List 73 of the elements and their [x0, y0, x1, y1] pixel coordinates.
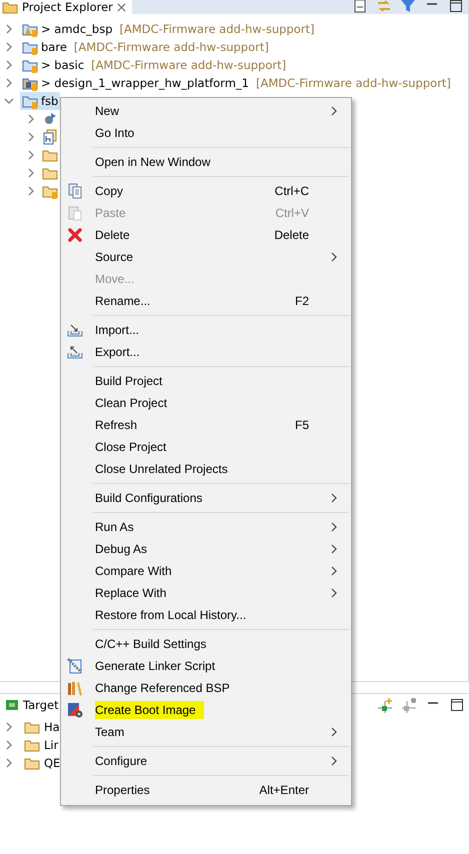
- menu-item[interactable]: Delete Delete: [61, 224, 351, 246]
- tree-item[interactable]: bare [AMDC-Firmware add-hw-support]: [20, 38, 271, 56]
- menu-item[interactable]: Import...: [61, 319, 351, 341]
- tree-item[interactable]: > basic [AMDC-Firmware add-hw-support]: [20, 56, 288, 74]
- tree-item[interactable]: Ha: [44, 720, 60, 734]
- collapsed-chevron-icon[interactable]: [26, 114, 36, 124]
- collapse-icon[interactable]: [352, 0, 368, 14]
- collapsed-chevron-icon[interactable]: [26, 150, 36, 160]
- collapsed-chevron-icon[interactable]: [4, 740, 14, 750]
- menu-item[interactable]: Generate Linker Script: [61, 655, 351, 677]
- menu-item[interactable]: Restore from Local History...: [61, 604, 351, 626]
- menu-item[interactable]: Refresh F5: [61, 414, 351, 436]
- menu-item[interactable]: Close Project: [61, 436, 351, 458]
- expanded-chevron-icon[interactable]: [4, 96, 14, 106]
- add-connection-icon[interactable]: [377, 697, 393, 713]
- menu-item[interactable]: Close Unrelated Projects: [61, 458, 351, 480]
- header-files-icon: [42, 129, 58, 145]
- menu-item[interactable]: Copy Ctrl+C: [61, 180, 351, 202]
- menu-item[interactable]: Clean Project: [61, 392, 351, 414]
- board-icon: [4, 697, 20, 713]
- tree-item[interactable]: Lir: [44, 738, 58, 752]
- delete-icon: [67, 227, 83, 243]
- view-tab[interactable]: Project Explorer: [0, 0, 132, 14]
- link-arrows-icon[interactable]: [376, 0, 392, 14]
- menu-item[interactable]: Source: [61, 246, 351, 268]
- menu-item[interactable]: Build Configurations: [61, 487, 351, 509]
- menu-item[interactable]: Change Referenced BSP: [61, 677, 351, 699]
- tree-item[interactable]: QE: [44, 756, 60, 770]
- filter-icon[interactable]: [400, 0, 416, 14]
- menu-item[interactable]: Open in New Window: [61, 151, 351, 173]
- menu-item[interactable]: Go Into: [61, 122, 351, 144]
- collapsed-chevron-icon[interactable]: [4, 78, 14, 88]
- git-decoration: [AMDC-Firmware add-hw-support]: [91, 58, 286, 72]
- maximize-icon[interactable]: [448, 0, 464, 14]
- import-icon: [67, 322, 83, 338]
- menu-item[interactable]: Create Boot Image: [61, 699, 351, 721]
- menu-item[interactable]: Build Project: [61, 370, 351, 392]
- collapsed-chevron-icon[interactable]: [4, 24, 14, 34]
- git-decoration: [AMDC-Firmware add-hw-support]: [120, 22, 314, 36]
- menu-item[interactable]: Team: [61, 721, 351, 743]
- menu-item[interactable]: Run As: [61, 516, 351, 538]
- image-gear-icon: [67, 702, 83, 718]
- menu-item[interactable]: Export...: [61, 341, 351, 363]
- close-icon[interactable]: [116, 2, 126, 12]
- tree-item[interactable]: > design_1_wrapper_hw_platform_1 [AMDC-Firmware add-hw-support]: [20, 74, 453, 92]
- collapsed-chevron-icon[interactable]: [4, 758, 14, 768]
- git-decoration: [AMDC-Firmware add-hw-support]: [74, 40, 269, 54]
- document-chain-icon: [67, 658, 83, 674]
- menu-item[interactable]: Compare With: [61, 560, 351, 582]
- menu-item[interactable]: Properties Alt+Enter: [61, 779, 351, 801]
- menu-item[interactable]: Rename... F2: [61, 290, 351, 312]
- tree-item[interactable]: fsb: [20, 92, 60, 110]
- git-decoration: [AMDC-Firmware add-hw-support]: [256, 76, 451, 90]
- export-icon: [67, 344, 83, 360]
- view-tab[interactable]: Target: [0, 697, 59, 713]
- maximize-icon[interactable]: [449, 697, 465, 713]
- copy-icon: [67, 183, 83, 199]
- collapsed-chevron-icon[interactable]: [26, 132, 36, 142]
- folder-icon: [2, 0, 18, 14]
- menu-item[interactable]: New: [61, 100, 351, 122]
- tree-item[interactable]: > amdc_bsp [AMDC-Firmware add-hw-support]: [20, 20, 316, 38]
- menu-item[interactable]: Debug As: [61, 538, 351, 560]
- clipboard-icon: [67, 205, 83, 221]
- books-icon: [67, 680, 83, 696]
- collapsed-chevron-icon[interactable]: [26, 168, 36, 178]
- disconnect-icon[interactable]: [401, 697, 417, 713]
- collapsed-chevron-icon[interactable]: [4, 42, 14, 52]
- collapsed-chevron-icon[interactable]: [4, 722, 14, 732]
- collapsed-chevron-icon[interactable]: [26, 186, 36, 196]
- menu-item[interactable]: Configure: [61, 750, 351, 772]
- menu-item[interactable]: C/C++ Build Settings: [61, 633, 351, 655]
- collapsed-chevron-icon[interactable]: [4, 60, 14, 70]
- menu-item[interactable]: Replace With: [61, 582, 351, 604]
